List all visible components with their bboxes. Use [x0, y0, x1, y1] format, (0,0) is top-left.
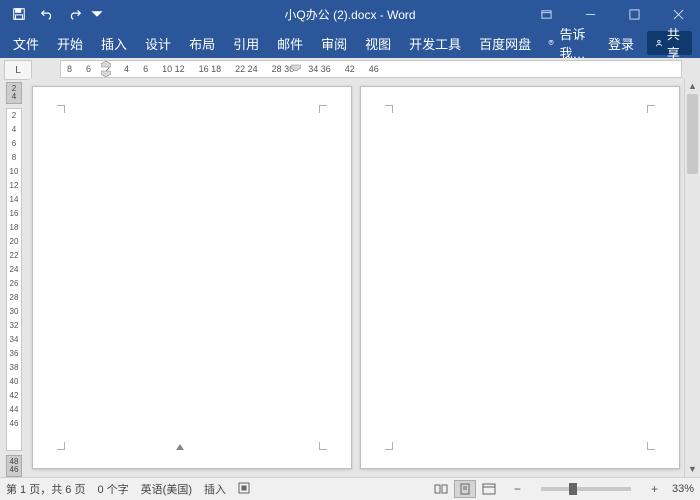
status-macro-icon[interactable] [238, 482, 250, 497]
tab-layout[interactable]: 布局 [180, 28, 224, 58]
tab-design[interactable]: 设计 [136, 28, 180, 58]
status-bar: 第 1 页，共 6 页 0 个字 英语(美国) 插入 − + 33% [0, 477, 700, 500]
tab-baidu[interactable]: 百度网盘 [470, 28, 540, 58]
window-controls [524, 0, 700, 28]
page-2[interactable] [360, 86, 680, 469]
crop-mark-icon [51, 436, 65, 450]
share-button[interactable]: 共享 [647, 31, 692, 55]
crop-mark-icon [319, 436, 333, 450]
ribbon-tabs: 文件 开始 插入 设计 布局 引用 邮件 审阅 视图 开发工具 百度网盘 告诉我… [0, 28, 700, 58]
indent-marker-icon[interactable] [101, 61, 111, 78]
crop-mark-icon [51, 105, 65, 119]
tab-review[interactable]: 审阅 [312, 28, 356, 58]
print-layout-button[interactable] [454, 480, 476, 498]
tab-file[interactable]: 文件 [4, 28, 48, 58]
view-mode-buttons [430, 480, 500, 498]
web-layout-button[interactable] [478, 480, 500, 498]
signin-button[interactable]: 登录 [599, 28, 643, 58]
quick-access-toolbar [0, 2, 104, 26]
tab-insert[interactable]: 插入 [92, 28, 136, 58]
status-word-count[interactable]: 0 个字 [97, 481, 128, 497]
tab-developer[interactable]: 开发工具 [400, 28, 470, 58]
status-page[interactable]: 第 1 页，共 6 页 [6, 481, 85, 497]
title-bar: 小Q办公 (2).docx - Word [0, 0, 700, 28]
scroll-up-button[interactable]: ▲ [685, 78, 700, 94]
footer-caret-icon [176, 444, 184, 450]
horizontal-ruler-row: L 8 6 2 4 6 10 12 16 18 22 24 28 30 34 3… [0, 58, 700, 78]
share-label: 共享 [667, 24, 684, 62]
page-1[interactable] [32, 86, 352, 469]
crop-mark-icon [647, 105, 661, 119]
tab-selector[interactable]: L [4, 60, 32, 80]
vruler-top-margin: 2 4 [6, 82, 22, 104]
tab-home[interactable]: 开始 [48, 28, 92, 58]
undo-button[interactable] [34, 2, 60, 26]
zoom-level[interactable]: 33% [672, 483, 694, 495]
tell-me-search[interactable]: 告诉我… [540, 24, 599, 62]
vertical-ruler-column: 2 4 246810121416182022242628303234363840… [0, 78, 28, 477]
scroll-thumb[interactable] [687, 94, 698, 174]
crop-mark-icon [379, 436, 393, 450]
scroll-down-button[interactable]: ▼ [685, 461, 700, 477]
right-indent-marker-icon[interactable] [291, 61, 301, 73]
close-button[interactable] [656, 0, 700, 28]
crop-mark-icon [319, 105, 333, 119]
minimize-button[interactable] [568, 0, 612, 28]
tab-view[interactable]: 视图 [356, 28, 400, 58]
crop-mark-icon [647, 436, 661, 450]
status-language[interactable]: 英语(美国) [141, 481, 192, 497]
vertical-scrollbar[interactable]: ▲ ▼ [684, 78, 700, 477]
zoom-out-button[interactable]: − [512, 482, 523, 496]
window-title: 小Q办公 (2).docx - Word [284, 6, 415, 23]
workspace: 2 4 246810121416182022242628303234363840… [0, 78, 700, 477]
tell-me-label: 告诉我… [559, 24, 591, 62]
zoom-in-button[interactable]: + [649, 482, 660, 496]
document-area[interactable] [28, 78, 684, 477]
zoom-slider-thumb[interactable] [569, 483, 577, 495]
vertical-ruler[interactable]: 2468101214161820222426283032343638404244… [6, 108, 22, 451]
horizontal-ruler[interactable]: 8 6 2 4 6 10 12 16 18 22 24 28 30 34 36 … [60, 60, 682, 78]
maximize-button[interactable] [612, 0, 656, 28]
tab-mailings[interactable]: 邮件 [268, 28, 312, 58]
status-insert-mode[interactable]: 插入 [204, 481, 226, 497]
read-mode-button[interactable] [430, 480, 452, 498]
zoom-slider[interactable] [541, 487, 631, 491]
redo-button[interactable] [62, 2, 88, 26]
vruler-bottom-margin: 48 46 [6, 455, 22, 477]
crop-mark-icon [379, 105, 393, 119]
ribbon-options-button[interactable] [524, 0, 568, 28]
qat-customize-button[interactable] [90, 2, 104, 26]
save-button[interactable] [6, 2, 32, 26]
scroll-track[interactable] [685, 94, 700, 461]
tab-references[interactable]: 引用 [224, 28, 268, 58]
